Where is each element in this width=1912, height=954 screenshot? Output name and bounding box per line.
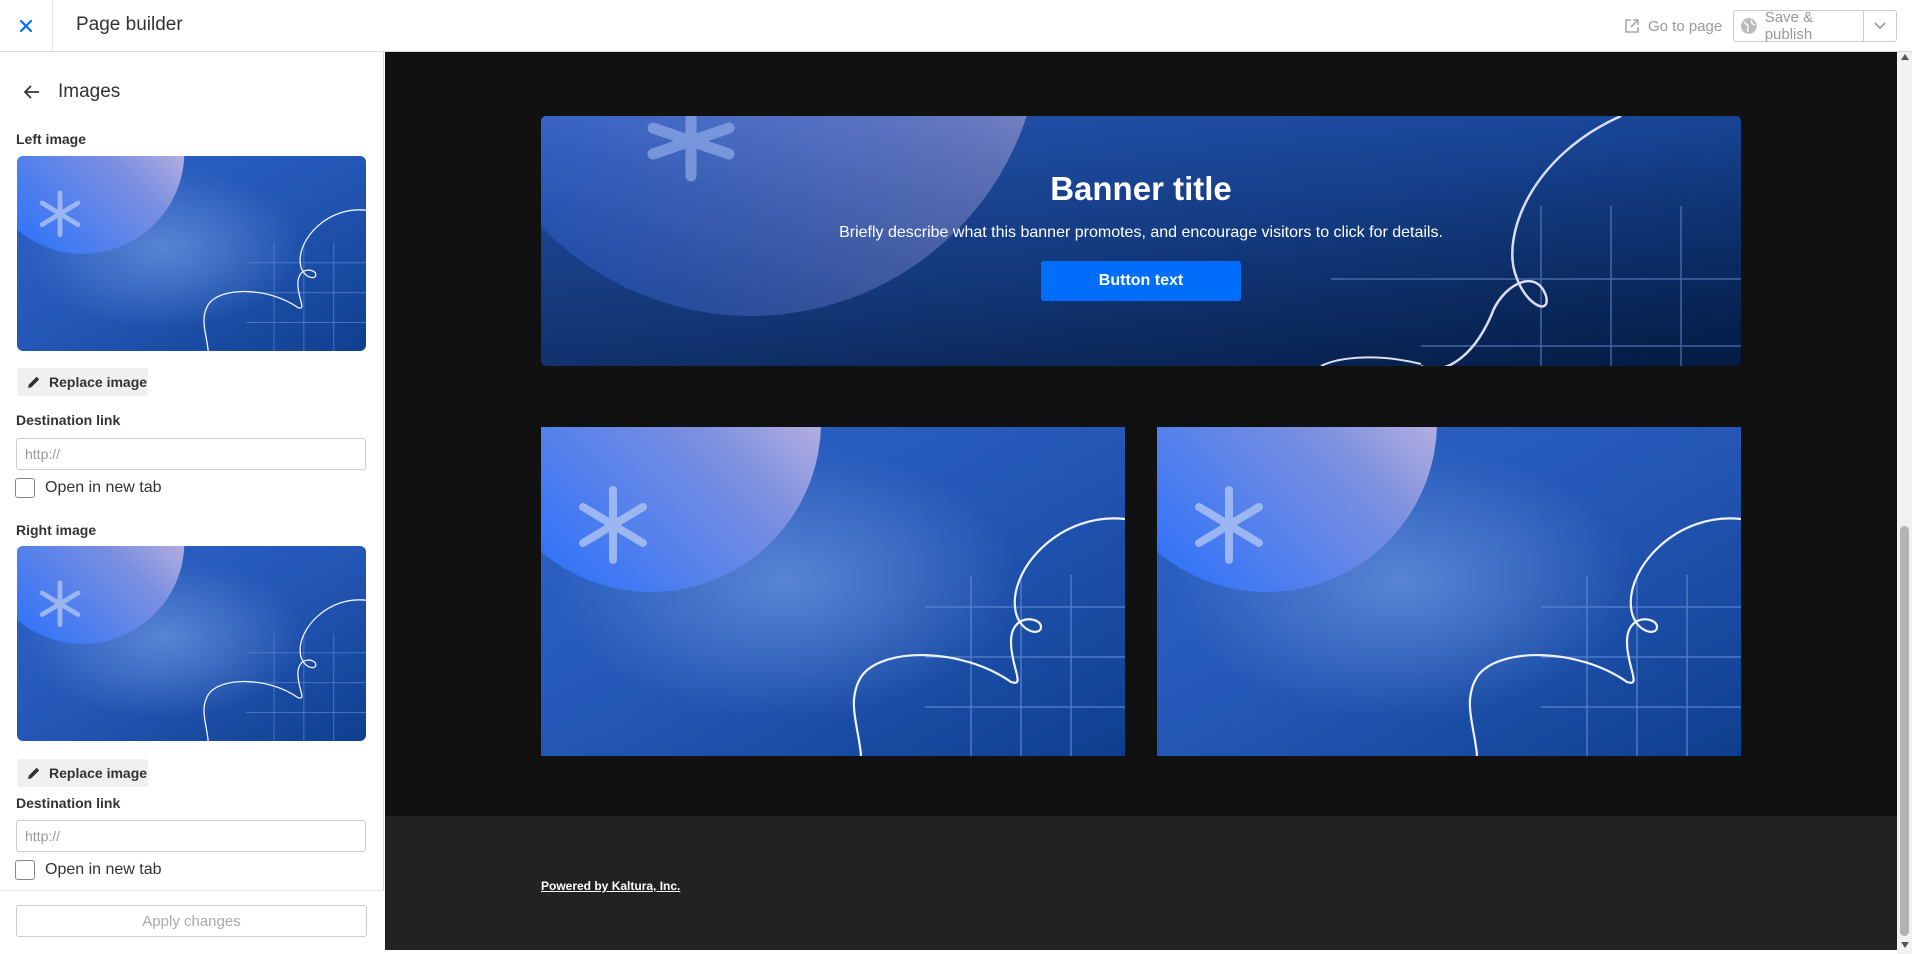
left-new-tab-checkbox[interactable] <box>15 478 35 498</box>
go-to-page-link[interactable]: Go to page <box>1624 13 1722 39</box>
preview-scrollbar[interactable] <box>1897 52 1912 954</box>
pencil-icon <box>28 376 40 388</box>
banner-description: Briefly describe what this banner promot… <box>839 224 1443 241</box>
left-new-tab-row: Open in new tab <box>15 478 162 498</box>
panel-footer: Apply changes <box>0 890 384 954</box>
left-image-thumbnail <box>17 156 366 351</box>
close-icon <box>19 19 33 32</box>
app-title: Page builder <box>76 14 183 35</box>
preview-footer: Powered by Kaltura, Inc. <box>385 816 1897 950</box>
right-new-tab-checkbox[interactable] <box>15 860 35 880</box>
right-new-tab-label: Open in new tab <box>45 861 162 878</box>
publish-options-button[interactable] <box>1864 11 1896 41</box>
page-preview: Banner title Briefly describe what this … <box>385 52 1897 950</box>
right-image-thumbnail <box>17 546 366 741</box>
right-replace-image-label: Replace image <box>49 765 148 781</box>
left-image-card[interactable] <box>541 427 1125 756</box>
save-publish-label: Save & publish <box>1764 9 1814 43</box>
right-image-card[interactable] <box>1157 427 1741 756</box>
banner-title: Banner title <box>1050 170 1232 207</box>
left-replace-image-label: Replace image <box>49 374 148 390</box>
right-new-tab-row: Open in new tab <box>15 860 162 880</box>
right-image-label: Right image <box>16 522 97 538</box>
save-publish-group: Save & publish <box>1733 9 1897 43</box>
chevron-down-icon <box>1874 22 1886 30</box>
banner-content: Banner title Briefly describe what this … <box>541 116 1741 366</box>
images-panel: Images Left image Replace image Destinat… <box>0 52 384 954</box>
go-to-page-label: Go to page <box>1648 17 1723 35</box>
external-link-icon <box>1625 19 1639 33</box>
save-publish-button[interactable]: Save & publish <box>1734 9 1864 43</box>
pencil-icon <box>28 767 40 779</box>
arrow-left-icon <box>24 85 39 99</box>
back-button[interactable] <box>20 80 44 104</box>
left-replace-image-button[interactable]: Replace image <box>17 368 148 396</box>
scroll-down-arrow-icon[interactable] <box>1901 942 1909 948</box>
apply-changes-button[interactable]: Apply changes <box>16 905 367 937</box>
panel-title: Images <box>58 81 121 102</box>
scroll-thumb[interactable] <box>1900 526 1909 936</box>
left-image-label: Left image <box>16 131 87 147</box>
left-new-tab-label: Open in new tab <box>45 479 162 496</box>
right-destination-input[interactable] <box>16 820 366 852</box>
left-destination-input[interactable] <box>16 438 366 470</box>
banner-cta-button[interactable]: Button text <box>1041 261 1241 301</box>
right-replace-image-button[interactable]: Replace image <box>17 759 148 787</box>
scroll-up-arrow-icon[interactable] <box>1901 54 1909 60</box>
banner: Banner title Briefly describe what this … <box>541 116 1741 366</box>
close-button[interactable] <box>0 0 53 51</box>
globe-icon <box>1740 18 1757 34</box>
powered-by-link[interactable]: Powered by Kaltura, Inc. <box>541 879 680 893</box>
panel-header: Images <box>20 80 120 104</box>
left-destination-label: Destination link <box>16 412 121 428</box>
right-destination-label: Destination link <box>16 795 121 811</box>
top-bar: Page builder Go to page Save & publish <box>0 0 1912 52</box>
